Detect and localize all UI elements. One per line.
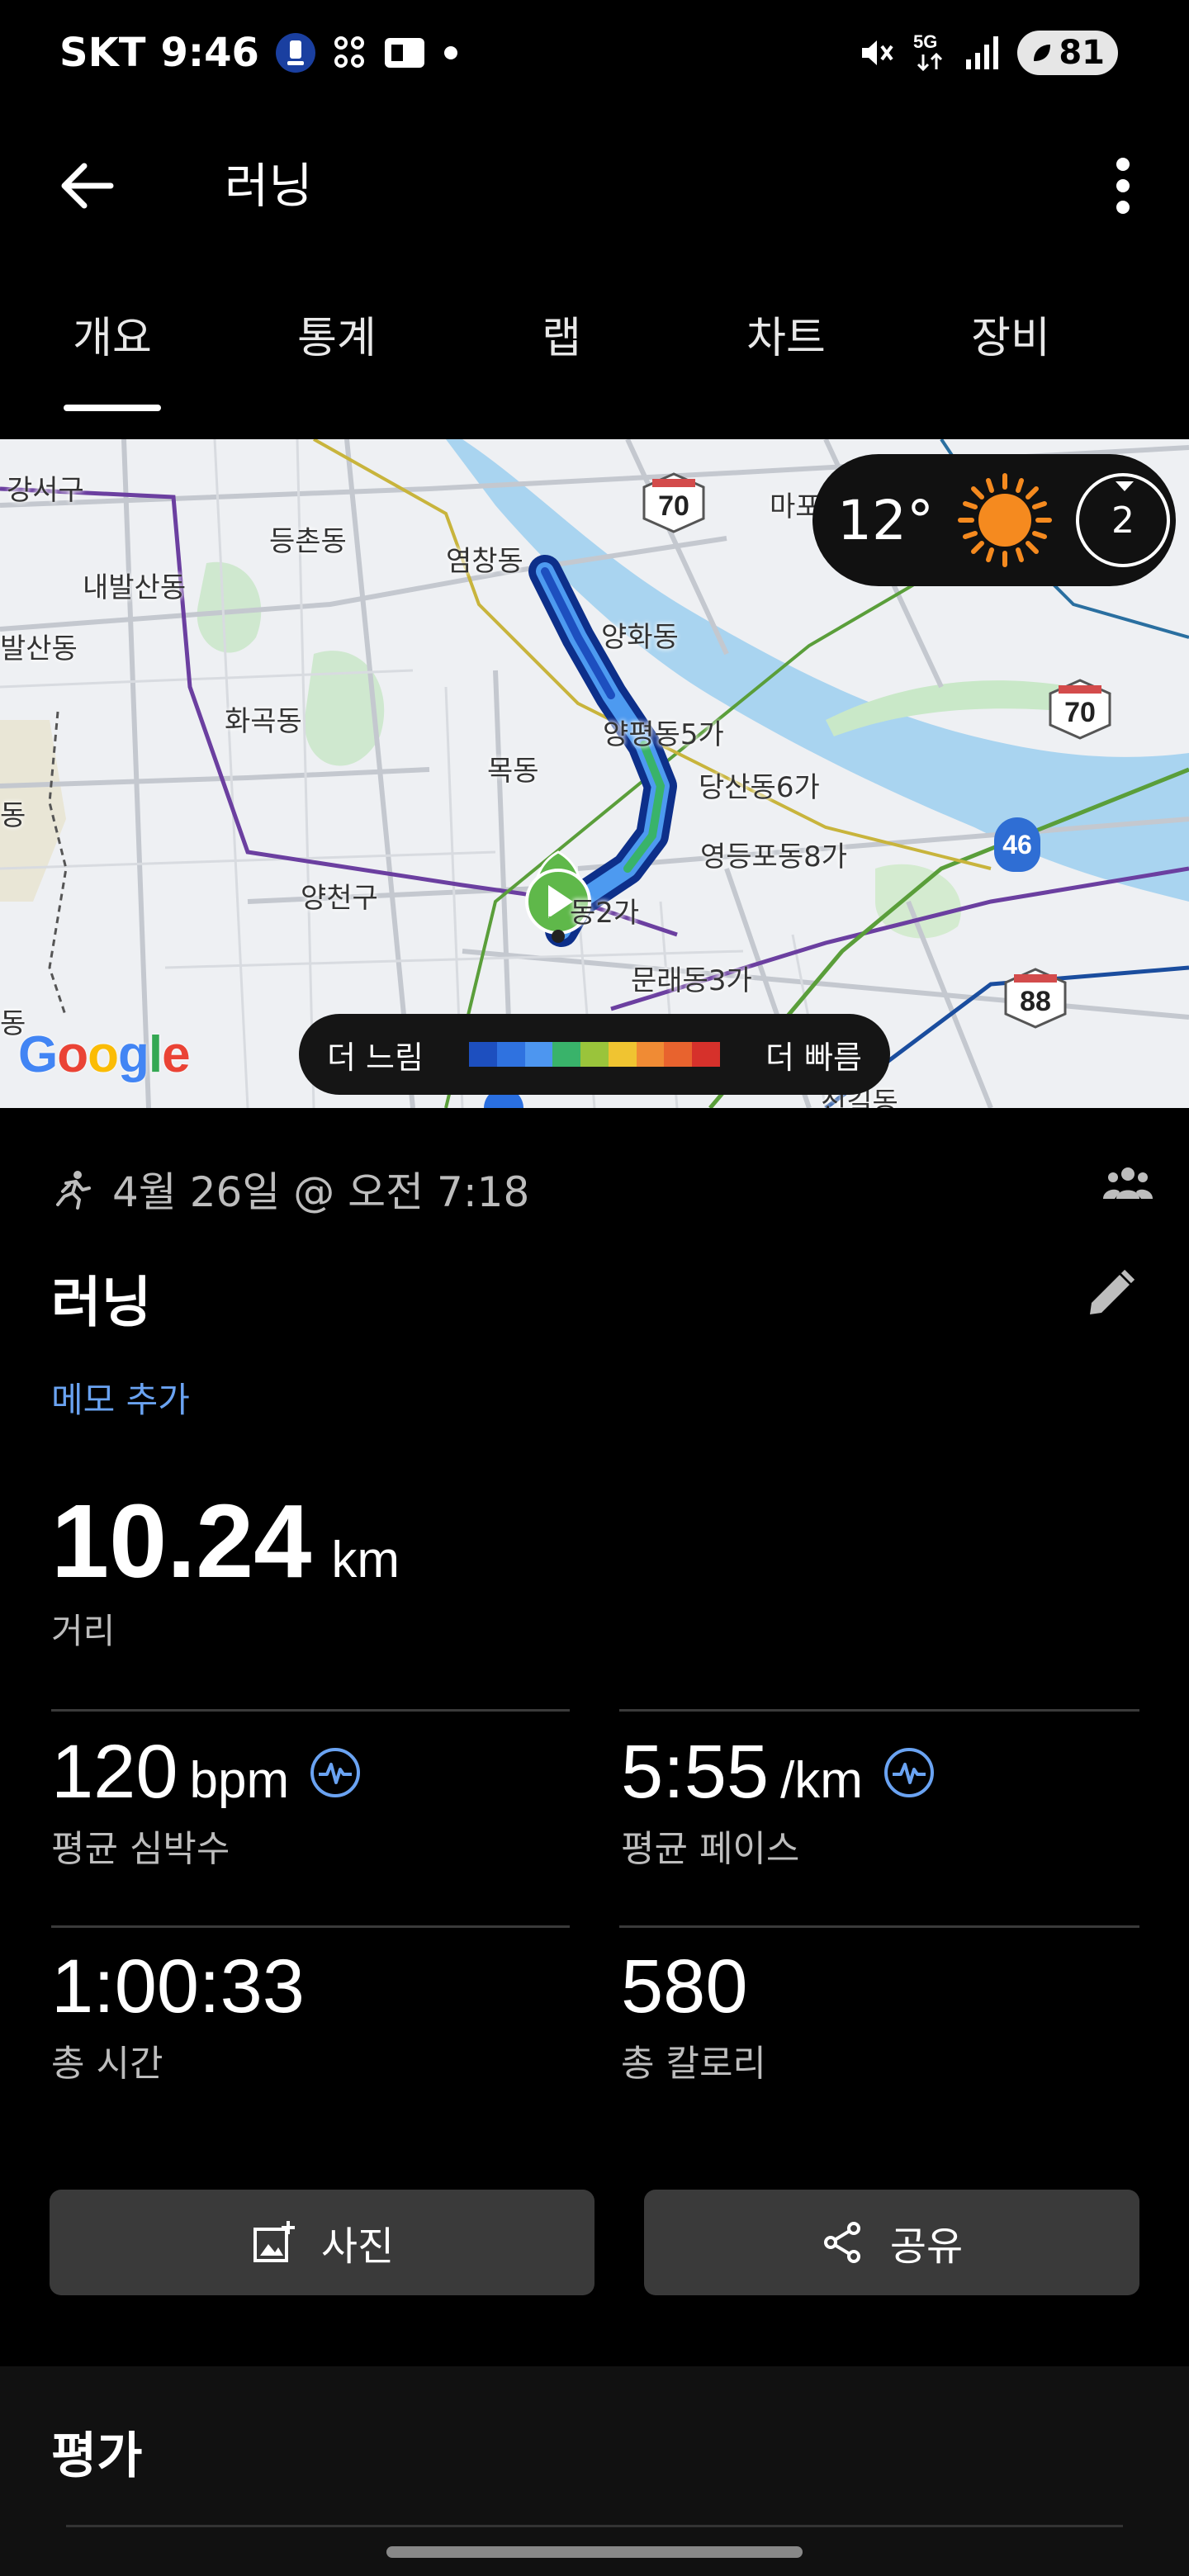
back-button[interactable] — [50, 149, 124, 223]
group-icon[interactable] — [1103, 1163, 1153, 1204]
route-shield: 70 — [1047, 679, 1113, 740]
duration-stat: 1:00:33 총 시간 — [51, 1944, 305, 2085]
temperature: 12° — [837, 488, 934, 552]
route-shield: 70 — [641, 472, 707, 533]
5g-icon: 5G — [912, 30, 948, 76]
heart-rate-stat: 120 bpm 평균 심박수 — [51, 1729, 362, 1872]
map-label: 양평동5가 — [603, 718, 724, 751]
heart-rate-icon[interactable] — [309, 1746, 362, 1799]
pace-color-swatch — [608, 1042, 637, 1067]
svg-text:5G: 5G — [913, 31, 937, 52]
map-label: 염창동 — [446, 545, 523, 578]
pace-color-scale — [469, 1042, 721, 1067]
share-button[interactable]: 공유 — [644, 2190, 1139, 2295]
page-title: 러닝 — [225, 158, 313, 214]
tab-overview[interactable]: 개요 — [0, 281, 225, 421]
weather-badge[interactable]: 12° 2 — [812, 454, 1176, 586]
date-row: 4월 26일 @ 오전 7:18 — [51, 1159, 529, 1219]
workout-details: 4월 26일 @ 오전 7:18 러닝 메모 추가 10.24 km 거리 12… — [0, 1108, 1189, 2366]
pace-color-swatch — [524, 1042, 553, 1067]
route-marker: 46 — [994, 817, 1040, 872]
home-indicator[interactable] — [386, 2546, 803, 2558]
divider — [51, 1709, 570, 1712]
map-label: 당산동6가 — [699, 771, 820, 804]
workout-title: 러닝 — [51, 1271, 152, 1334]
tab-equipment[interactable]: 장비 — [898, 281, 1123, 421]
tab-bar: 개요 통계 랩 차트 장비 — [0, 281, 1189, 421]
map-label: 양천구 — [301, 882, 378, 915]
add-photo-icon — [253, 2221, 295, 2262]
map-label: 양화동 — [601, 621, 679, 654]
pace-color-swatch — [496, 1042, 525, 1067]
workout-date: 4월 26일 @ 오전 7:18 — [112, 1168, 530, 1216]
map-label: 발산동 — [0, 632, 78, 665]
pace-color-swatch — [636, 1042, 665, 1067]
map-label: 목동 — [487, 755, 539, 788]
battery-icon: 81 — [1017, 31, 1118, 75]
divider — [66, 2525, 1123, 2527]
sun-icon — [957, 473, 1052, 567]
map-label: 영등포동8가 — [700, 841, 848, 874]
more-options-button[interactable] — [1090, 149, 1156, 223]
pace-legend: 더 느림 더 빠름 — [299, 1014, 890, 1095]
pace-color-swatch — [469, 1042, 497, 1067]
more-vert-icon — [1116, 158, 1130, 214]
pace-color-swatch — [580, 1042, 609, 1067]
carrier-label: SKT — [59, 30, 146, 76]
uv-index-badge: 2 — [1075, 473, 1170, 567]
map-label: 등촌동 — [269, 525, 347, 558]
slow-label: 더 느림 — [327, 1039, 424, 1076]
app-bar: 러닝 — [0, 124, 1189, 239]
map-label: 강서구 — [7, 474, 84, 507]
wallet-icon — [383, 35, 426, 71]
grid-app-icon — [332, 33, 368, 73]
fast-label: 더 빠름 — [765, 1039, 862, 1076]
map-label: 동2가 — [570, 897, 640, 930]
map-label: 문래동3가 — [631, 964, 752, 997]
evaluation-section: 평가 — [0, 2366, 1189, 2576]
evaluation-title: 평가 — [51, 2427, 143, 2485]
pace-color-swatch — [692, 1042, 721, 1067]
tab-laps[interactable]: 랩 — [449, 281, 674, 421]
pace-graph-icon[interactable] — [883, 1746, 936, 1799]
share-icon — [823, 2222, 860, 2263]
dot-icon — [441, 43, 461, 63]
distance-value: 10.24 km — [51, 1483, 400, 1599]
map-label: 내발산동 — [83, 571, 187, 604]
route-map[interactable]: 강서구 등촌동 염창동 내발산동 발산동 양화동 화곡동 양평동5가 목동 당산… — [0, 439, 1189, 1108]
tmap-icon — [274, 31, 317, 74]
map-label: 동 — [0, 799, 26, 832]
google-logo: Google — [18, 1026, 191, 1083]
add-memo-link[interactable]: 메모 추가 — [51, 1372, 190, 1423]
signal-icon — [964, 35, 1001, 71]
route-shield: 88 — [1002, 968, 1068, 1029]
pace-color-swatch — [552, 1042, 581, 1067]
tab-stats[interactable]: 통계 — [225, 281, 449, 421]
pace-stat: 5:55 /km 평균 페이스 — [621, 1729, 936, 1872]
pace-color-swatch — [664, 1042, 693, 1067]
calories-stat: 580 총 칼로리 — [621, 1944, 766, 2085]
divider — [619, 1709, 1139, 1712]
running-icon — [56, 1171, 91, 1210]
back-arrow-icon — [61, 163, 114, 209]
tab-charts[interactable]: 차트 — [674, 281, 898, 421]
battery-level: 81 — [1059, 34, 1105, 72]
clock-time: 9:46 — [160, 30, 259, 76]
status-bar: SKT 9:46 5G 81 — [0, 0, 1189, 116]
edit-icon[interactable] — [1083, 1267, 1138, 1321]
add-photo-button[interactable]: 사진 — [50, 2190, 594, 2295]
map-label: 화곡동 — [225, 705, 302, 738]
distance-label: 거리 — [51, 1611, 116, 1651]
divider — [619, 1925, 1139, 1928]
divider — [51, 1925, 570, 1928]
mute-icon — [855, 33, 895, 73]
